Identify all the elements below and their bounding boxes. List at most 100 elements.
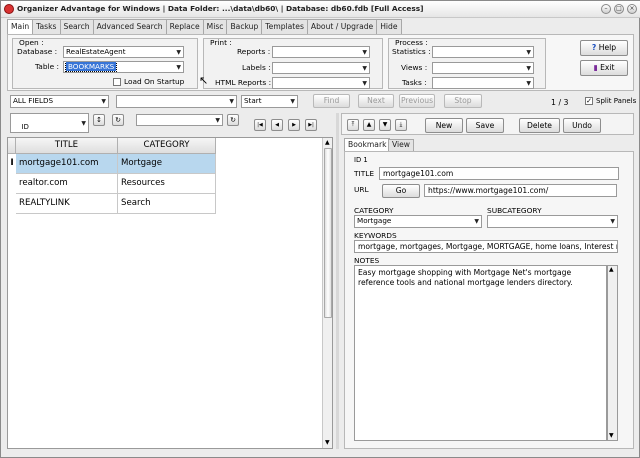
scroll-up-icon[interactable]: ▲ [325,139,330,146]
find-button[interactable]: Find [313,94,350,108]
views-select[interactable]: ▼ [432,62,534,74]
table-cell-category[interactable]: Resources [118,174,216,194]
url-field[interactable]: https://www.mortgage101.com/ [424,184,617,197]
record-action-bar: ⤒ ▲ ▼ ⤓ New Save Delete Undo [341,113,634,135]
reports-label: Reports : [237,47,271,56]
chevron-down-icon: ▼ [81,120,86,127]
table-select[interactable]: BOOKMARKS ▼ [63,61,184,73]
keywords-field[interactable]: mortgage, mortgages, Mortgage, MORTGAGE,… [354,240,618,253]
table-cell-title[interactable]: mortgage101.com [16,154,118,174]
process-group: Process : Statistics : ▼ Views : ▼ Tasks… [388,38,546,89]
html-reports-label: HTML Reports : [215,78,272,87]
statistics-select[interactable]: ▼ [432,46,534,58]
stop-button[interactable]: Stop [444,94,482,108]
move-down-icon[interactable]: ▼ [379,119,391,131]
tab-advanced-search[interactable]: Advanced Search [92,19,167,34]
subcategory-label: SUBCATEGORY [487,206,542,215]
grid-row-indicator-header [8,138,16,154]
category-label: CATEGORY [354,206,394,215]
minimize-icon[interactable]: – [601,4,611,14]
tab-templates[interactable]: Templates [261,19,308,34]
tab-view[interactable]: View [388,139,415,151]
table-cell-category[interactable]: Search [118,194,216,214]
table-cell-title[interactable]: REALTYLINK [16,194,118,214]
delete-button[interactable]: Delete [519,118,560,133]
previous-record-icon[interactable]: ◀ [271,119,283,131]
move-bottom-icon[interactable]: ⤓ [395,119,407,131]
html-reports-select[interactable]: ▼ [272,77,370,89]
search-text-combo[interactable]: ▼ [116,95,237,108]
scrollbar-thumb[interactable] [324,148,332,318]
sort-field-select[interactable]: ID D ▼ [10,113,89,133]
print-group-title: Print : [210,38,232,47]
exit-button[interactable]: ▮ Exit [580,60,628,76]
load-on-startup-checkbox[interactable] [113,78,121,86]
maximize-icon[interactable]: □ [614,4,624,14]
record-count: 1 / 3 [551,98,569,107]
sort-direction-icon[interactable]: ↕ [93,114,105,126]
refresh-icon[interactable]: ↻ [112,114,124,126]
notes-textarea[interactable]: Easy mortgage shopping with Mortgage Net… [354,265,607,441]
go-button[interactable]: Go [382,184,420,198]
table-label: Table : [35,62,59,71]
tab-main[interactable]: Main [7,19,34,35]
tab-search[interactable]: Search [59,19,94,34]
scroll-up-icon[interactable]: ▲ [609,266,614,273]
notes-vertical-scrollbar[interactable]: ▲ ▼ [607,265,618,441]
tab-hide[interactable]: Hide [376,19,402,34]
table-cell-category[interactable]: Mortgage [118,154,216,174]
last-record-icon[interactable]: ▶| [305,119,317,131]
filter-select[interactable]: ▼ [136,114,223,126]
grid-column-title[interactable]: TITLE [16,138,118,154]
database-select[interactable]: RealEstateAgent ▼ [63,46,184,58]
first-record-icon[interactable]: |◀ [254,119,266,131]
next-button[interactable]: Next [358,94,394,108]
search-position-select[interactable]: Start ▼ [241,95,298,108]
previous-button[interactable]: Previous [399,94,435,108]
scroll-down-icon[interactable]: ▼ [325,439,330,446]
subcategory-select[interactable]: ▼ [487,215,618,228]
help-button[interactable]: ? Help [580,40,628,56]
move-up-icon[interactable]: ▲ [363,119,375,131]
save-button[interactable]: Save [466,118,504,133]
table-cell-title[interactable]: realtor.com [16,174,118,194]
chevron-down-icon: ▼ [176,49,181,56]
panel-splitter[interactable] [336,113,339,449]
chevron-down-icon: ▼ [526,80,531,87]
search-field-select[interactable]: ALL FIELDS ▼ [10,95,109,108]
tab-misc[interactable]: Misc [202,19,228,34]
chevron-down-icon: ▼ [474,218,479,225]
title-bar: Organizer Advantage for Windows | Data F… [1,1,640,18]
split-panels-label: Split Panels [596,97,637,105]
exit-icon: ▮ [593,63,598,72]
load-on-startup-label: Load On Startup [124,77,185,86]
main-toolbar-panel: Open : Database : RealEstateAgent ▼ Tabl… [7,34,634,91]
tab-tasks[interactable]: Tasks [32,19,61,34]
chevron-down-icon: ▼ [362,65,367,72]
labels-select[interactable]: ▼ [272,62,370,74]
reports-select[interactable]: ▼ [272,46,370,58]
tab-replace[interactable]: Replace [165,19,204,34]
tab-about-upgrade[interactable]: About / Upgrade [306,19,378,34]
grid-column-category[interactable]: CATEGORY [118,138,216,154]
records-grid: TITLE CATEGORY I mortgage101.com Mortgag… [7,137,333,449]
move-top-icon[interactable]: ⤒ [347,119,359,131]
print-group: Print : Reports : ▼ Labels : ▼ HTML Repo… [203,38,383,89]
undo-button[interactable]: Undo [563,118,601,133]
split-panels-checkbox[interactable]: ✓ [585,97,593,105]
new-button[interactable]: New [425,118,463,133]
tab-bookmark[interactable]: Bookmark [344,138,391,151]
category-select[interactable]: Mortgage ▼ [354,215,482,228]
tab-backup[interactable]: Backup [226,19,263,34]
close-icon[interactable]: × [627,4,637,14]
tasks-label: Tasks : [402,78,427,87]
filter-refresh-icon[interactable]: ↻ [227,114,239,126]
grid-vertical-scrollbar[interactable]: ▲ ▼ [322,138,332,448]
tasks-select[interactable]: ▼ [432,77,534,89]
next-record-icon[interactable]: ▶ [288,119,300,131]
title-field[interactable]: mortgage101.com [379,167,619,180]
chevron-down-icon: ▼ [362,49,367,56]
scroll-down-icon[interactable]: ▼ [609,432,614,439]
mouse-cursor-icon: ↖ [199,74,209,87]
table-value: BOOKMARKS [64,62,118,72]
